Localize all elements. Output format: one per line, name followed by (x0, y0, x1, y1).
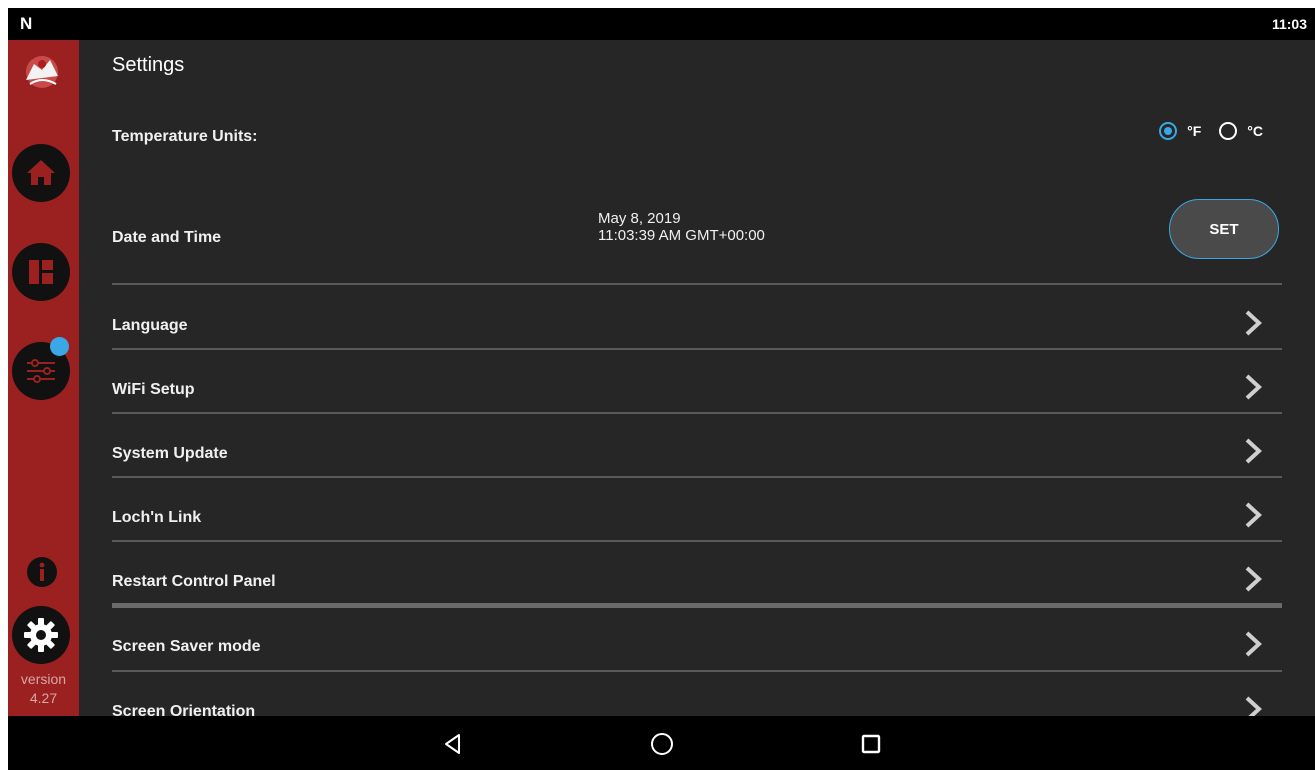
sidebar: version 4.27 (8, 40, 79, 716)
info-icon (39, 562, 45, 581)
home-circle-icon[interactable] (649, 731, 675, 757)
set-date-time-button[interactable]: SET (1169, 199, 1279, 259)
status-clock: 11:03 (1271, 16, 1307, 32)
status-bar: N 11:03 (8, 8, 1315, 40)
version-label: version (20, 671, 67, 687)
temperature-units-label: Temperature Units: (112, 128, 258, 145)
divider (112, 476, 1282, 478)
settings-button[interactable] (12, 606, 70, 664)
chevron-right-icon (1245, 502, 1262, 528)
home-icon (27, 160, 55, 185)
menu-row-label: System Update (112, 445, 228, 462)
celsius-label: °C (1247, 123, 1263, 139)
divider (112, 603, 1282, 608)
date-time-label: Date and Time (112, 229, 222, 246)
menu-row-label: Loch'n Link (112, 509, 202, 526)
temperature-units-selector: °F °C (1159, 122, 1263, 140)
chevron-right-icon (1245, 631, 1262, 657)
divider (112, 348, 1282, 350)
divider (112, 412, 1282, 414)
screen: N 11:03 version 4.27 Settings Temperatur… (8, 8, 1315, 770)
recents-icon[interactable] (858, 731, 884, 757)
dashboard-icon (29, 260, 53, 284)
menu-row-label: Restart Control Panel (112, 573, 276, 590)
navigation-bar (8, 716, 1315, 770)
divider (112, 540, 1282, 542)
date-time-value: May 8, 2019 11:03:39 AM GMT+00:00 (598, 210, 765, 244)
dashboard-button[interactable] (12, 243, 70, 301)
celsius-radio[interactable] (1219, 122, 1238, 140)
current-date: May 8, 2019 (598, 210, 681, 227)
current-time: 11:03:39 AM GMT+00:00 (598, 227, 765, 244)
divider (112, 283, 1282, 285)
chevron-right-icon (1245, 310, 1262, 336)
divider (112, 670, 1282, 672)
version-number: 4.27 (29, 690, 58, 706)
page-title: Settings (112, 54, 185, 76)
brand-logo (16, 50, 68, 96)
back-icon[interactable] (440, 731, 466, 757)
fahrenheit-radio[interactable] (1159, 122, 1178, 140)
gear-icon (24, 618, 58, 652)
notification-badge (50, 337, 69, 356)
settings-panel: Settings Temperature Units: °F °C Date a… (79, 40, 1315, 722)
info-button[interactable] (27, 557, 57, 587)
sliders-icon (27, 359, 55, 383)
chevron-right-icon (1245, 566, 1262, 592)
version-info: version 4.27 (8, 670, 79, 708)
home-button[interactable] (12, 144, 70, 202)
fahrenheit-label: °F (1187, 123, 1202, 139)
menu-row-label: Language (112, 317, 188, 334)
chevron-right-icon (1245, 438, 1262, 464)
notification-logo: N (20, 14, 33, 33)
menu-row-label: Screen Saver mode (112, 638, 261, 655)
chevron-right-icon (1245, 374, 1262, 400)
menu-row-label: WiFi Setup (112, 381, 195, 398)
